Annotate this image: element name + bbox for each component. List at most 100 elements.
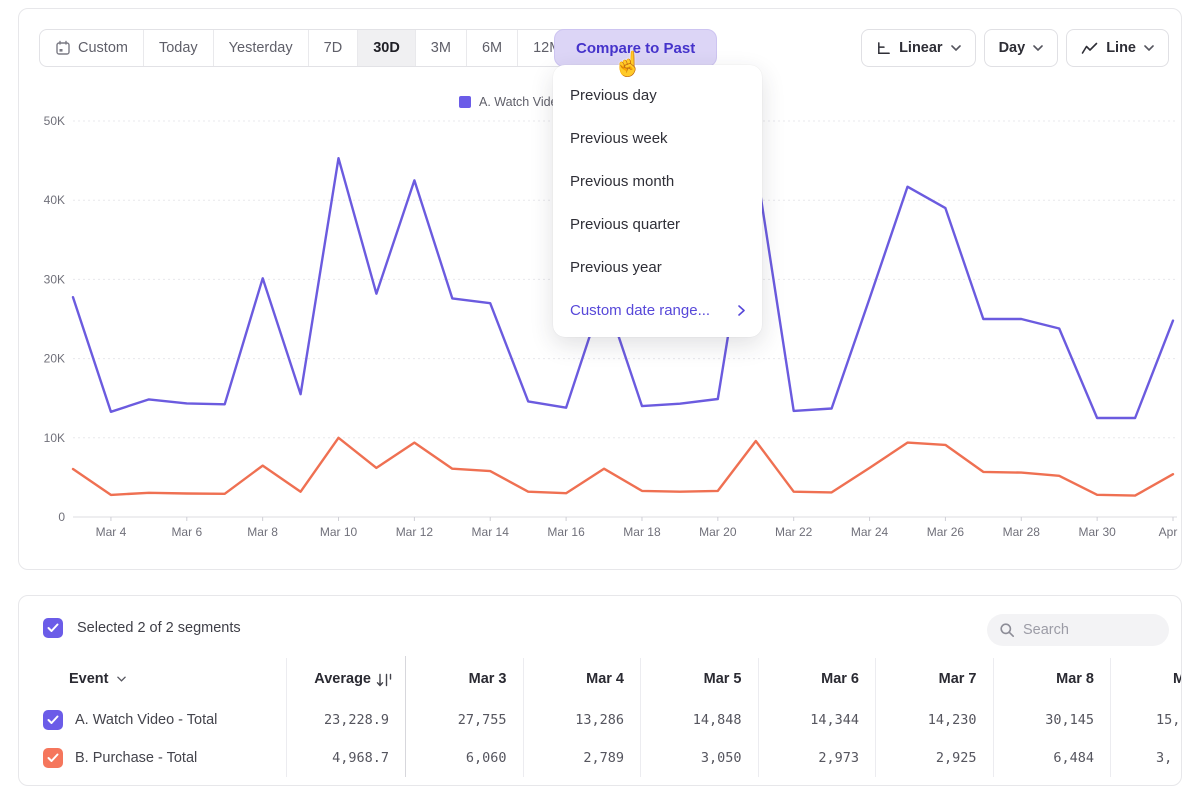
average-cell: 23,228.9 bbox=[286, 712, 405, 728]
range-button-label: 3M bbox=[431, 40, 451, 56]
selected-segments-label: Selected 2 of 2 segments bbox=[77, 620, 241, 636]
event-column-header[interactable]: Event bbox=[19, 671, 286, 687]
scale-label: Linear bbox=[899, 40, 943, 56]
sort-descending-icon bbox=[376, 673, 393, 688]
average-cell: 4,968.7 bbox=[286, 750, 405, 766]
column-separator bbox=[993, 658, 994, 777]
chevron-down-icon bbox=[117, 676, 126, 682]
menu-item-previous-week[interactable]: Previous week bbox=[553, 117, 762, 160]
search-input[interactable] bbox=[1023, 622, 1143, 638]
menu-item-previous-year[interactable]: Previous year bbox=[553, 246, 762, 289]
column-separator bbox=[523, 658, 524, 777]
range-button-7d[interactable]: 7D bbox=[309, 30, 359, 66]
value-cell: 13,286 bbox=[523, 712, 641, 728]
value-cell: 3,050 bbox=[640, 750, 758, 766]
x-axis-label: Apr 1 bbox=[1159, 525, 1181, 539]
menu-item-previous-day[interactable]: Previous day bbox=[553, 74, 762, 117]
x-axis-label: Mar 20 bbox=[699, 525, 737, 539]
x-axis-label: Mar 12 bbox=[396, 525, 434, 539]
x-axis-label: Mar 14 bbox=[472, 525, 510, 539]
menu-item-previous-quarter[interactable]: Previous quarter bbox=[553, 203, 762, 246]
chart-type-select-button[interactable]: Line bbox=[1066, 29, 1169, 67]
column-separator bbox=[286, 658, 287, 777]
x-axis-label: Mar 6 bbox=[171, 525, 202, 539]
menu-item-custom-date-range[interactable]: Custom date range... bbox=[553, 289, 762, 332]
date-column-header[interactable]: Mar 5 bbox=[640, 671, 758, 687]
x-axis-label: Mar 8 bbox=[247, 525, 278, 539]
column-separator bbox=[758, 658, 759, 777]
table-row-purchase[interactable]: B. Purchase - Total4,968.76,0602,7893,05… bbox=[19, 739, 1182, 777]
range-button-label: Yesterday bbox=[229, 40, 293, 56]
chart-type-label: Line bbox=[1106, 40, 1136, 56]
value-cell: 6,060 bbox=[405, 750, 523, 766]
date-column-header[interactable]: Mar 3 bbox=[405, 671, 523, 687]
range-button-today[interactable]: Today bbox=[144, 30, 214, 66]
date-column-header[interactable]: Mar 7 bbox=[875, 671, 993, 687]
date-column-header[interactable]: Mar 8 bbox=[993, 671, 1111, 687]
value-cell: 14,230 bbox=[875, 712, 993, 728]
date-column-header[interactable]: M bbox=[1110, 671, 1182, 687]
axis-icon bbox=[876, 41, 891, 56]
chart-display-buttons: Linear Day Line bbox=[861, 29, 1169, 67]
interval-label: Day bbox=[999, 40, 1026, 56]
date-column-header[interactable]: Mar 4 bbox=[523, 671, 641, 687]
x-axis-label: Mar 24 bbox=[851, 525, 889, 539]
checkmark-icon bbox=[47, 715, 59, 725]
series-line-purchase[interactable] bbox=[73, 438, 1173, 496]
search-box bbox=[987, 614, 1169, 646]
interval-select-button[interactable]: Day bbox=[984, 29, 1059, 67]
value-cell: 15, bbox=[1110, 712, 1182, 728]
range-button-label: 7D bbox=[324, 40, 343, 56]
value-cell: 6,484 bbox=[993, 750, 1111, 766]
range-button-3m[interactable]: 3M bbox=[416, 30, 467, 66]
scale-select-button[interactable]: Linear bbox=[861, 29, 976, 67]
value-cell: 2,925 bbox=[875, 750, 993, 766]
y-axis-label: 0 bbox=[58, 510, 65, 524]
x-axis-label: Mar 10 bbox=[320, 525, 358, 539]
segment-checkbox[interactable] bbox=[43, 748, 63, 768]
date-column-header[interactable]: Mar 6 bbox=[758, 671, 876, 687]
selected-segments-bar: Selected 2 of 2 segments bbox=[43, 618, 241, 638]
event-cell: B. Purchase - Total bbox=[19, 748, 286, 768]
x-axis-label: Mar 22 bbox=[775, 525, 813, 539]
value-cell: 2,973 bbox=[758, 750, 876, 766]
x-axis-label: Mar 28 bbox=[1003, 525, 1041, 539]
cursor-pointer-icon: ☝ bbox=[613, 50, 643, 79]
menu-item-previous-month[interactable]: Previous month bbox=[553, 160, 762, 203]
calendar-icon bbox=[55, 40, 71, 56]
y-axis-label: 40K bbox=[44, 193, 65, 207]
search-icon bbox=[999, 622, 1015, 638]
average-column-header[interactable]: Average bbox=[286, 671, 405, 687]
compare-menu: Previous dayPrevious weekPrevious monthP… bbox=[553, 65, 762, 337]
chevron-down-icon bbox=[951, 45, 961, 51]
column-separator bbox=[405, 656, 406, 777]
event-header-label: Event bbox=[69, 671, 109, 687]
column-separator bbox=[1110, 658, 1111, 777]
x-axis-label: Mar 30 bbox=[1078, 525, 1116, 539]
x-axis-label: Mar 16 bbox=[547, 525, 585, 539]
value-cell: 2,789 bbox=[523, 750, 641, 766]
segments-table-card: Selected 2 of 2 segments Event Average M… bbox=[18, 595, 1182, 786]
range-button-30d[interactable]: 30D bbox=[358, 30, 416, 66]
segment-label: A. Watch Video - Total bbox=[75, 712, 217, 728]
legend-swatch bbox=[459, 96, 471, 108]
range-button-6m[interactable]: 6M bbox=[467, 30, 518, 66]
x-axis-label: Mar 18 bbox=[623, 525, 661, 539]
date-range-group: CustomTodayYesterday7D30D3M6M12M bbox=[39, 29, 577, 67]
chevron-down-icon bbox=[1144, 45, 1154, 51]
range-button-label: Custom bbox=[78, 40, 128, 56]
table-header-row: Event Average Mar 3Mar 4Mar 5Mar 6Mar 7M… bbox=[19, 661, 1182, 697]
value-cell: 14,344 bbox=[758, 712, 876, 728]
chart-toolbar: CustomTodayYesterday7D30D3M6M12M Compare… bbox=[19, 29, 1181, 67]
event-cell: A. Watch Video - Total bbox=[19, 710, 286, 730]
x-axis-label: Mar 4 bbox=[96, 525, 127, 539]
segment-checkbox[interactable] bbox=[43, 710, 63, 730]
checkmark-icon bbox=[47, 623, 59, 633]
column-separator bbox=[875, 658, 876, 777]
range-button-yesterday[interactable]: Yesterday bbox=[214, 30, 309, 66]
chevron-down-icon bbox=[1033, 45, 1043, 51]
table-row-watch-video[interactable]: A. Watch Video - Total23,228.927,75513,2… bbox=[19, 701, 1182, 739]
range-button-custom[interactable]: Custom bbox=[40, 30, 144, 66]
select-all-checkbox[interactable] bbox=[43, 618, 63, 638]
menu-item-label: Custom date range... bbox=[570, 302, 710, 319]
